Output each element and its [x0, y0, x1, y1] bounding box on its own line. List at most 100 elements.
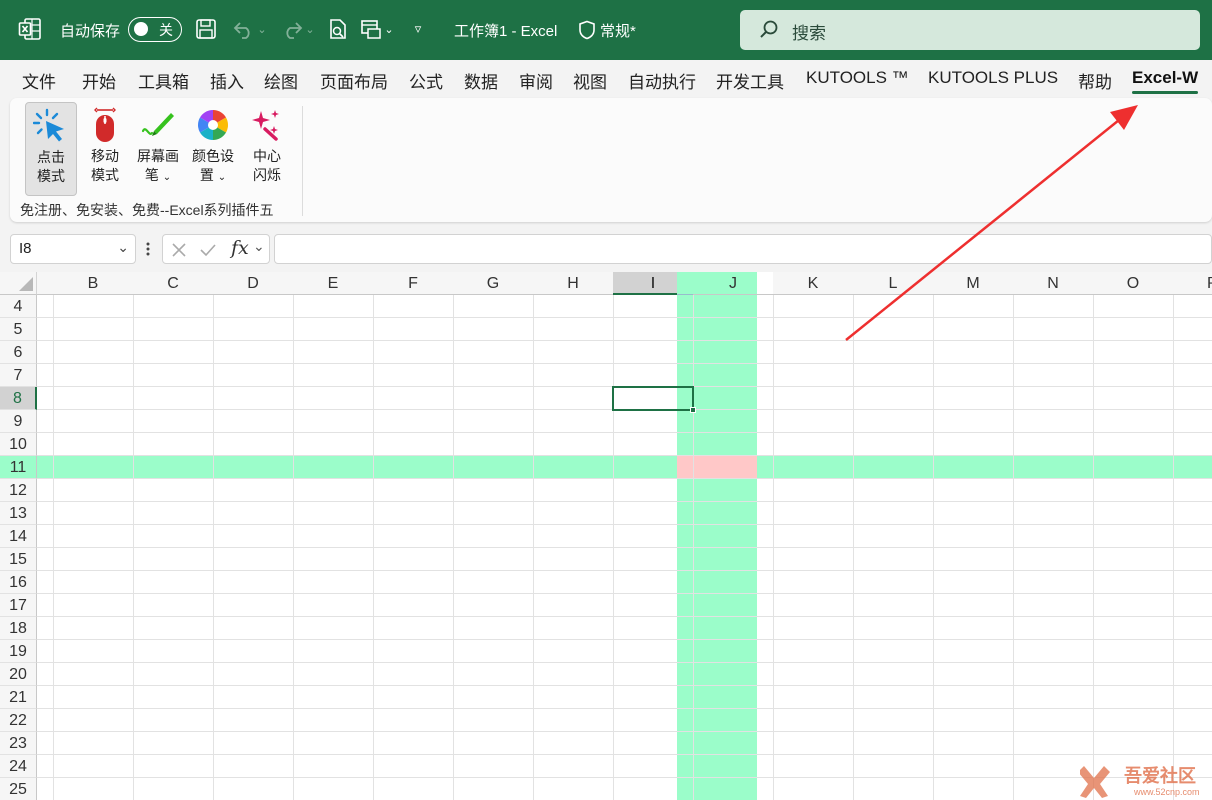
center-flash-label-1: 中心: [253, 148, 281, 164]
cancel-icon[interactable]: [171, 242, 187, 258]
column-header[interactable]: F: [373, 272, 454, 295]
column-header-a[interactable]: [37, 272, 54, 295]
tab-toolbox[interactable]: 工具箱: [138, 68, 189, 93]
tab-kutools[interactable]: KUTOOLS ™: [806, 68, 909, 88]
chevron-down-icon[interactable]: ⌄: [253, 238, 265, 255]
tab-help[interactable]: 帮助: [1078, 68, 1112, 93]
tab-developer[interactable]: 开发工具: [716, 68, 784, 93]
row-header[interactable]: 16: [0, 571, 37, 594]
search-box[interactable]: 搜索: [740, 10, 1200, 50]
column-header[interactable]: D: [213, 272, 294, 295]
more-options-icon[interactable]: [145, 239, 151, 259]
row-header[interactable]: 19: [0, 640, 37, 663]
autosave-toggle[interactable]: 关: [128, 17, 182, 42]
tab-page-layout[interactable]: 页面布局: [320, 68, 388, 93]
column-header[interactable]: E: [293, 272, 374, 295]
gridline: [37, 340, 1212, 341]
column-header[interactable]: B: [53, 272, 134, 295]
row-header[interactable]: 17: [0, 594, 37, 617]
formula-bar: I8 ⌄ fx ⌄: [0, 228, 1212, 272]
tab-view[interactable]: 视图: [573, 68, 607, 93]
print-preview-icon[interactable]: [326, 16, 350, 42]
color-settings-label-1: 颜色设: [192, 148, 234, 164]
column-header[interactable]: L: [853, 272, 934, 295]
select-all-corner[interactable]: [0, 272, 37, 295]
column-header[interactable]: P: [1173, 272, 1212, 295]
column-header[interactable]: M: [933, 272, 1014, 295]
sensitivity-label[interactable]: 常规*: [578, 18, 636, 42]
gridline: [37, 662, 1212, 663]
row-header-selected[interactable]: 8: [0, 387, 37, 410]
undo-icon[interactable]: ⌄: [230, 16, 270, 42]
gridline: [37, 777, 1212, 778]
gridline: [37, 478, 1212, 479]
gridline: [37, 754, 1212, 755]
column-header[interactable]: J: [693, 272, 774, 295]
row-header[interactable]: 18: [0, 617, 37, 640]
column-header[interactable]: H: [533, 272, 614, 295]
tab-kutools-plus[interactable]: KUTOOLS PLUS: [928, 68, 1058, 88]
active-cell[interactable]: [612, 386, 696, 413]
tab-automate[interactable]: 自动执行: [628, 68, 696, 93]
gridline: [37, 501, 1212, 502]
ribbon-area: 点击 模式 移动 模式 屏幕画 笔 ⌄ 颜色设 置 ⌄ 中心 闪烁 免注册、免安…: [0, 98, 1212, 228]
fill-handle[interactable]: [690, 407, 696, 413]
form-icon[interactable]: ⌄: [356, 16, 398, 42]
move-mode-button[interactable]: 移动 模式: [79, 102, 131, 196]
tab-review[interactable]: 审阅: [519, 68, 553, 93]
formula-input[interactable]: [274, 234, 1212, 264]
excel-logo-icon: [18, 17, 42, 41]
check-icon[interactable]: [199, 242, 217, 258]
column-header[interactable]: G: [453, 272, 534, 295]
redo-icon[interactable]: ⌄: [278, 16, 318, 42]
click-mode-label-1: 点击: [37, 149, 65, 165]
row-header[interactable]: 5: [0, 318, 37, 341]
tab-file[interactable]: 文件: [22, 68, 56, 93]
toggle-knob: [134, 22, 148, 36]
chevron-down-icon: ⌄: [117, 239, 129, 255]
click-mode-button[interactable]: 点击 模式: [25, 102, 77, 196]
gridline: [37, 685, 1212, 686]
color-wheel-icon: [195, 107, 231, 143]
column-header[interactable]: N: [1013, 272, 1094, 295]
sparkle-icon: [249, 107, 285, 143]
row-header[interactable]: 21: [0, 686, 37, 709]
spreadsheet-grid[interactable]: B C D E F G H I J K L M N O P 4 5 6 7 8 …: [0, 272, 1212, 800]
chevron-down-icon: ⌄: [217, 172, 227, 183]
row-header[interactable]: 22: [0, 709, 37, 732]
column-header[interactable]: C: [133, 272, 214, 295]
row-header[interactable]: 23: [0, 732, 37, 755]
center-flash-button[interactable]: 中心 闪烁: [241, 102, 293, 196]
row-header[interactable]: 10: [0, 433, 37, 456]
row-header[interactable]: 15: [0, 548, 37, 571]
customize-qat-icon[interactable]: ▿: [408, 16, 428, 42]
row-header[interactable]: 12: [0, 479, 37, 502]
tab-insert[interactable]: 插入: [210, 68, 244, 93]
row-header[interactable]: 9: [0, 410, 37, 433]
pen-icon: [140, 107, 176, 143]
tab-excel-w[interactable]: Excel-W: [1132, 68, 1199, 94]
row-header[interactable]: 7: [0, 364, 37, 387]
screen-pen-label-1: 屏幕画: [137, 148, 179, 164]
tab-data[interactable]: 数据: [464, 68, 498, 93]
tab-formulas[interactable]: 公式: [409, 68, 443, 93]
row-header[interactable]: 24: [0, 755, 37, 778]
insert-function-icon[interactable]: fx: [231, 237, 249, 259]
column-header[interactable]: K: [773, 272, 854, 295]
name-box[interactable]: I8 ⌄: [10, 234, 136, 264]
row-header[interactable]: 20: [0, 663, 37, 686]
gridline: [37, 616, 1212, 617]
row-header[interactable]: 14: [0, 525, 37, 548]
row-header[interactable]: 4: [0, 295, 37, 318]
row-header[interactable]: 25: [0, 778, 37, 800]
row-header[interactable]: 6: [0, 341, 37, 364]
save-icon[interactable]: [194, 16, 218, 42]
tab-draw[interactable]: 绘图: [264, 68, 298, 93]
color-settings-button[interactable]: 颜色设 置 ⌄: [187, 102, 239, 196]
column-header[interactable]: O: [1093, 272, 1174, 295]
row-header[interactable]: 13: [0, 502, 37, 525]
tab-home[interactable]: 开始: [82, 68, 116, 93]
gridline: [37, 432, 1212, 433]
screen-pen-button[interactable]: 屏幕画 笔 ⌄: [132, 102, 184, 196]
row-header-highlighted[interactable]: 11: [0, 456, 37, 479]
